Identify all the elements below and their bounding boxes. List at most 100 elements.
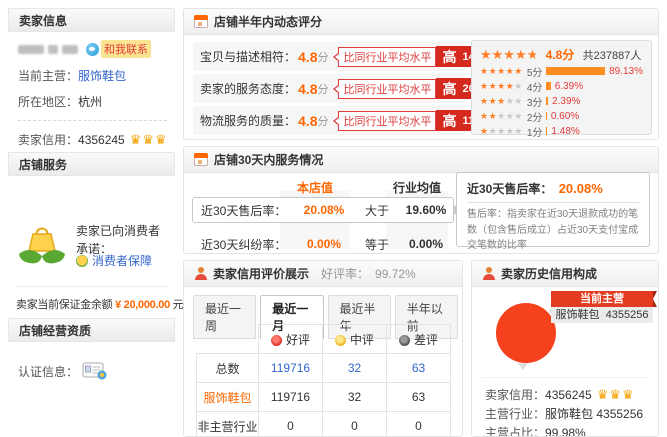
dispute-rate-row: 近30天纠纷率： 0.00% 等于 0.00% <box>192 231 448 254</box>
credit-eval-title: 卖家信用评价展示 <box>213 265 309 282</box>
cat-good-count: 119716 <box>259 383 323 412</box>
table-row-main-category: 服饰鞋包 119716 32 63 <box>197 383 451 412</box>
credit-history-header: 卖家历史信用构成 <box>472 261 658 287</box>
seller-identity-row: 和我联系 <box>18 40 167 58</box>
relation: 等于 <box>359 236 395 253</box>
star-summary-headline: ★★★★★ 4.8分 共237887人 <box>480 46 643 63</box>
main-industry-row: 主营行业： 服饰鞋包 4355256 <box>485 404 643 423</box>
divider <box>467 202 639 203</box>
consumer-guarantee-link[interactable]: 消费者保障 <box>92 252 152 269</box>
service-30d-header: 店铺30天内服务情况 <box>184 147 658 173</box>
bad-flower-icon <box>399 335 410 346</box>
seller-info-section: 卖家信息 和我联系 当前主营： 服饰鞋包 所在地区： 杭州 卖家信用： 4356… <box>8 8 175 146</box>
star-summary-box: ★★★★★ 4.8分 共237887人 ★★★★★ 5分 89.13% ★★★★… <box>471 40 652 135</box>
score-value: 4.8 <box>298 113 317 129</box>
service-30d-panel: 店铺30天内服务情况 本店值 行业均值 近30天售后率： 20.08% 大于 1… <box>183 146 659 254</box>
contact-me-badge[interactable]: 和我联系 <box>101 40 151 58</box>
nonmain-good-count: 0 <box>259 412 323 437</box>
industry-avg-col-header: 行业均值 <box>386 179 448 196</box>
score-unit: 分 <box>317 81 328 97</box>
main-business-link[interactable]: 服饰鞋包 <box>78 67 126 84</box>
score-rows: 宝贝与描述相符： 4.8 分 比同行业平均水平 高 14.34% 卖家的服务态度… <box>193 42 465 138</box>
crown-icons: ♛♛♛ <box>130 132 168 148</box>
score-value: 4.8 <box>298 81 317 97</box>
metric-label: 近30天纠纷率： <box>201 236 289 253</box>
pie-slice-pointer <box>518 363 528 375</box>
partial-star-icon: ★ <box>527 47 539 62</box>
relation: 大于 <box>359 202 395 219</box>
industry-compare-tag: 比同行业平均水平 <box>338 111 436 131</box>
star-icons: ★★★★★ <box>480 66 523 77</box>
star-icons: ★★★★ <box>480 81 514 92</box>
main-category-callout: 服饰鞋包 4355256 <box>551 307 653 323</box>
consumer-guarantee-icon <box>16 218 68 270</box>
col-neutral: 中评 <box>323 325 387 354</box>
qualification-title: 店铺经营资质 <box>8 318 175 342</box>
positive-rate-value: 99.72% <box>375 267 416 281</box>
score-value: 4.8 <box>298 49 317 65</box>
avg-score: 4.8分 <box>546 48 575 62</box>
star-icons: ★★★ <box>480 96 506 107</box>
star-breakdown-row: ★★★★★ 5分 89.13% <box>480 64 643 78</box>
industry-value: 0.00% <box>395 237 457 251</box>
score-label: 物流服务的质量： <box>200 112 296 129</box>
person-icon <box>194 267 207 280</box>
wangwang-chat-icon[interactable] <box>86 43 99 56</box>
divider <box>482 377 648 378</box>
row-label: 非主营行业 <box>197 412 259 437</box>
main-business-row: 当前主营： 服饰鞋包 <box>18 67 167 84</box>
star-icons: ★★★★ <box>480 47 527 62</box>
dynamic-score-header: 店铺半年内动态评分 <box>184 9 658 35</box>
industry-value: 19.60% <box>395 203 457 217</box>
divider <box>16 286 169 287</box>
seller-profile-page: 卖家信息 和我联系 当前主营： 服饰鞋包 所在地区： 杭州 卖家信用： 4356… <box>0 0 667 437</box>
seller-credit-label: 卖家信用： <box>18 131 78 148</box>
metric-label: 近30天售后率： <box>201 202 289 219</box>
service-30d-title: 店铺30天内服务情况 <box>214 151 323 168</box>
current-main-ribbon: 当前主营 <box>551 291 653 307</box>
star-icons-empty: ★★★★ <box>489 126 523 137</box>
main-business-label: 当前主营： <box>18 67 78 84</box>
credit-eval-header: 卖家信用评价展示 好评率： 99.72% <box>184 261 462 287</box>
credit-history-panel: 卖家历史信用构成 当前主营 服饰鞋包 4355256 卖家信用： 4356245… <box>471 260 659 437</box>
good-flower-icon <box>271 335 282 346</box>
shop-value: 20.08% <box>289 203 359 217</box>
shop-service-section: 店铺服务 卖家已向消费者承诺： 消费者保障 卖家当前保证金余额 ¥ 20,000… <box>8 152 175 312</box>
total-bad-count[interactable]: 63 <box>387 354 451 383</box>
guarantee-row: 消费者保障 <box>76 252 152 269</box>
cat-neutral-count: 32 <box>323 383 387 412</box>
cert-label: 认证信息： <box>18 363 78 380</box>
id-card-icon[interactable] <box>82 362 108 380</box>
guarantee-medal-icon <box>76 255 88 267</box>
star-breakdown-row: ★★★★★ 1分 1.48% <box>480 124 643 138</box>
aftersale-detail-box: 近30天售后率： 20.08% 售后率：指卖家在近30天退款成功的笔数（包含售后… <box>456 172 650 247</box>
score-row-logistics: 物流服务的质量： 4.8 分 比同行业平均水平 高 11.76% <box>193 106 465 135</box>
row-label: 总数 <box>197 354 259 383</box>
score-row-description: 宝贝与描述相符： 4.8 分 比同行业平均水平 高 14.34% <box>193 42 465 71</box>
col-good: 好评 <box>259 325 323 354</box>
credit-eval-panel: 卖家信用评价展示 好评率： 99.72% 最近一周 最近一月 最近半年 半年以前… <box>183 260 463 437</box>
row-label: 服饰鞋包 <box>197 383 259 412</box>
seller-info-title: 卖家信息 <box>8 8 175 32</box>
percent-bar <box>546 127 547 135</box>
cert-row: 认证信息： <box>18 362 167 380</box>
seller-credit-row: 卖家信用： 4356245 ♛♛♛ <box>18 131 167 148</box>
credit-history-title: 卖家历史信用构成 <box>501 265 597 282</box>
percent-bar <box>546 97 548 105</box>
total-good-count[interactable]: 119716 <box>259 354 323 383</box>
star-breakdown-row: ★★★★★ 2分 0.60% <box>480 109 643 123</box>
nonmain-bad-count: 0 <box>387 412 451 437</box>
storefront-icon <box>194 15 208 28</box>
shop-service-body: 卖家已向消费者承诺： 消费者保障 卖家当前保证金余额 ¥ 20,000.00 元… <box>8 176 175 310</box>
deposit-unit: 元 <box>173 299 184 311</box>
region-row: 所在地区： 杭州 <box>18 93 167 110</box>
score-unit: 分 <box>317 49 328 65</box>
detail-title: 近30天售后率： <box>467 182 552 196</box>
star-icons: ★★ <box>480 111 497 122</box>
industry-compare-tag: 比同行业平均水平 <box>338 79 436 99</box>
total-neutral-count[interactable]: 32 <box>323 354 387 383</box>
deposit-row: 卖家当前保证金余额 ¥ 20,000.00 元 <box>16 296 183 312</box>
region-label: 所在地区： <box>18 93 78 110</box>
credit-pie-chart <box>496 303 556 363</box>
industry-compare-tag: 比同行业平均水平 <box>338 47 436 67</box>
